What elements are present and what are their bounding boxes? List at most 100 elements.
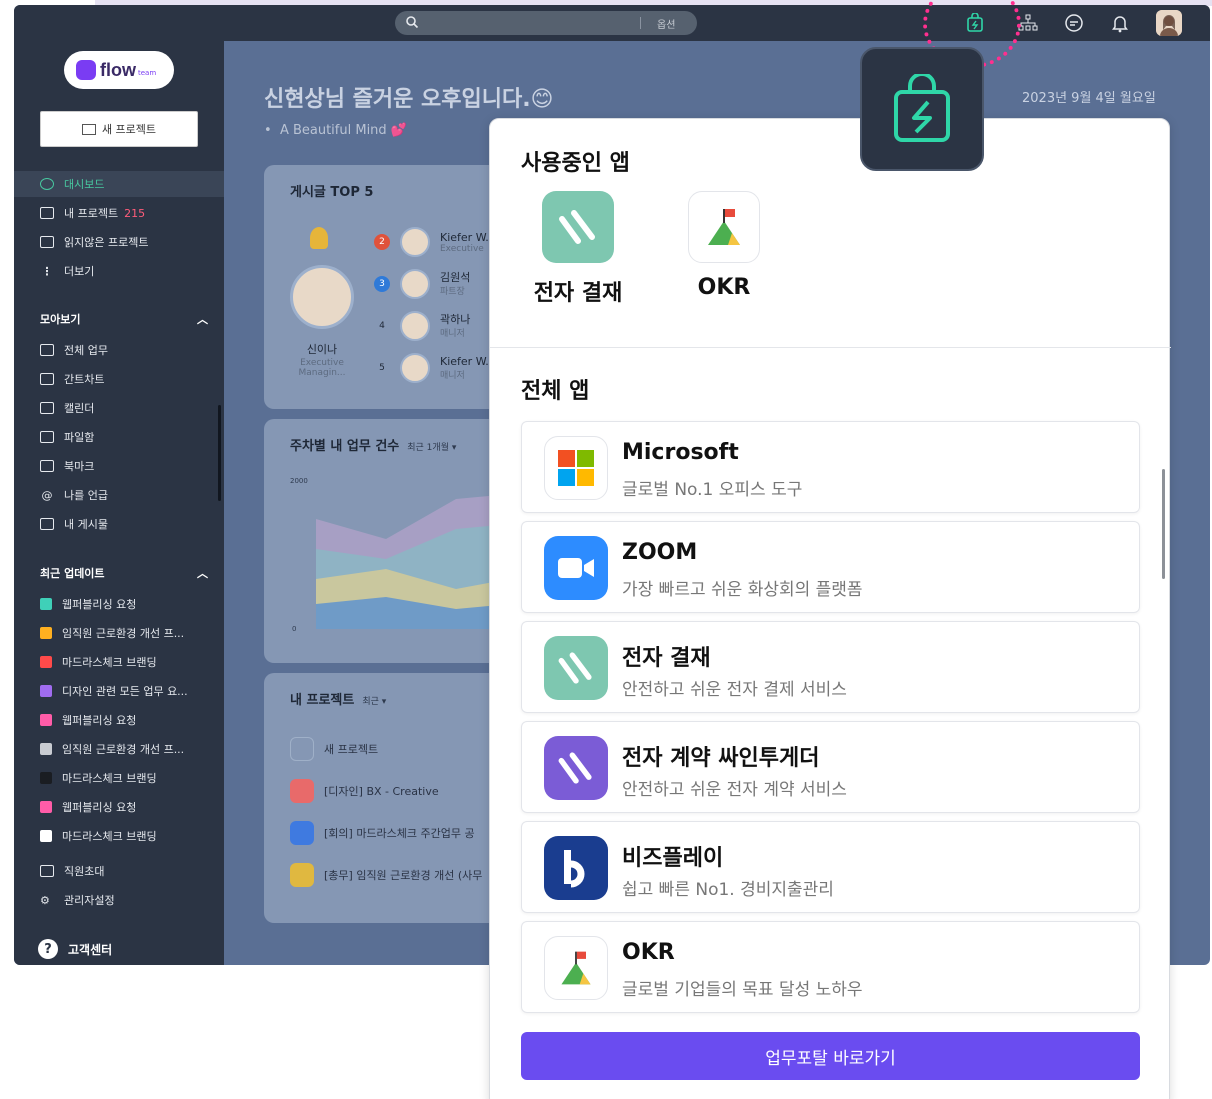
recent-item[interactable]: 마드라스체크 브랜딩 <box>14 823 224 849</box>
app-name: Microsoft <box>622 440 739 465</box>
search-option-button[interactable]: 옵션 <box>657 16 675 31</box>
question-icon: ? <box>38 939 58 959</box>
recent-item[interactable]: 웹퍼블리싱 요청 <box>14 707 224 733</box>
rank-row[interactable]: 3 김원석 파트장 <box>374 269 470 299</box>
recent-item[interactable]: 웹퍼블리싱 요청 <box>14 794 224 820</box>
nav-label: 내 게시물 <box>64 518 108 531</box>
project-row[interactable]: [회의] 마드라스체크 주간업무 공 <box>290 821 475 845</box>
nav-unread-projects[interactable]: 읽지않은 프로젝트 <box>14 229 224 255</box>
project-label: 새 프로젝트 <box>324 743 379 756</box>
projects-title-label: 내 프로젝트 <box>290 693 355 708</box>
rank-row[interactable]: 4 곽하나 매니저 <box>374 311 470 341</box>
project-color-swatch <box>290 779 314 803</box>
nav-label: 임직원 근로환경 개선 프... <box>62 743 185 756</box>
app-card-e-contract[interactable]: 전자 계약 싸인투게더 안전하고 쉬운 전자 계약 서비스 <box>521 721 1140 813</box>
app-desc: 가장 빠르고 쉬운 화상회의 플랫폼 <box>622 580 863 600</box>
using-app-e-approval[interactable]: 전자 결재 <box>528 191 628 307</box>
rank-role: 매니저 <box>440 329 465 339</box>
work-portal-button[interactable]: 업무포탈 바로가기 <box>521 1032 1140 1080</box>
help-center-button[interactable]: ? 고객센터 <box>38 939 112 959</box>
app-store-badge[interactable] <box>860 47 984 171</box>
gantt-icon <box>40 373 54 385</box>
logo-text: flow <box>100 59 136 80</box>
nav-my-posts[interactable]: 내 게시물 <box>14 511 224 537</box>
nav-dashboard[interactable]: 대시보드 <box>14 171 224 197</box>
project-color-swatch <box>40 598 52 610</box>
recent-item[interactable]: 웹퍼블리싱 요청 <box>14 591 224 617</box>
app-name: OKR <box>622 940 675 965</box>
project-row[interactable]: 새 프로젝트 <box>290 737 378 761</box>
rank-avatar <box>400 353 430 383</box>
using-app-okr[interactable]: OKR <box>674 191 774 300</box>
project-color-swatch <box>40 830 52 842</box>
nav-gantt[interactable]: 간트차트 <box>14 366 224 392</box>
recent-item[interactable]: 마드라스체크 브랜딩 <box>14 649 224 675</box>
recent-item[interactable]: 임직원 근로환경 개선 프... <box>14 736 224 762</box>
motto-text: • A Beautiful Mind 💕 <box>264 123 407 138</box>
okr-flag-icon <box>544 936 608 1000</box>
recent-item[interactable]: 마드라스체크 브랜딩 <box>14 765 224 791</box>
app-card-e-approval[interactable]: 전자 결재 안전하고 쉬운 전자 결제 서비스 <box>521 621 1140 713</box>
nav-all-tasks[interactable]: 전체 업무 <box>14 337 224 363</box>
app-name: 전자 결재 <box>622 646 711 671</box>
e-contract-icon <box>544 736 608 800</box>
top-bar: 옵션 <box>14 5 1210 41</box>
file-box-icon <box>40 431 54 443</box>
search-bar[interactable]: 옵션 <box>395 11 697 35</box>
user-avatar[interactable] <box>1156 10 1182 36</box>
top5-title: 게시글 TOP 5 <box>290 185 374 200</box>
using-app-label: OKR <box>697 275 751 300</box>
nav-label: 나를 언급 <box>64 489 108 502</box>
section-collect-header[interactable]: 모아보기 ︿ <box>40 311 208 327</box>
top1-name: 신이나 <box>306 343 338 356</box>
panel-scrollbar[interactable] <box>1162 469 1165 579</box>
bell-icon[interactable] <box>1109 12 1131 34</box>
rank-avatar <box>400 227 430 257</box>
new-project-button[interactable]: 새 프로젝트 <box>40 111 198 147</box>
nav-label: 더보기 <box>64 265 95 278</box>
app-card-microsoft[interactable]: Microsoft 글로벌 No.1 오피스 도구 <box>521 421 1140 513</box>
project-color-swatch <box>290 863 314 887</box>
section-recent-header[interactable]: 최근 업데이트 ︿ <box>40 565 208 581</box>
nav-label: 마드라스체크 브랜딩 <box>62 772 157 785</box>
project-label: [회의] 마드라스체크 주간업무 공 <box>324 827 475 840</box>
app-card-bizplay[interactable]: 비즈플레이 쉽고 빠른 No1. 경비지출관리 <box>521 821 1140 913</box>
weekly-period-dropdown[interactable]: 최근 1개월 ▾ <box>407 443 456 453</box>
rank-row[interactable]: 2 Kiefer W... Executive <box>374 227 496 257</box>
chart-y-top-label: 2000 <box>290 477 308 485</box>
nav-more[interactable]: ⋮ 더보기 <box>14 258 224 284</box>
sidebar-scrollbar[interactable] <box>218 405 221 501</box>
project-row[interactable]: [총무] 임직원 근로환경 개선 (사무 <box>290 863 482 887</box>
all-apps-title: 전체 앱 <box>521 379 590 404</box>
search-separator <box>640 17 641 29</box>
chat-icon[interactable] <box>1063 12 1085 34</box>
nav-mentions[interactable]: @ 나를 언급 <box>14 482 224 508</box>
nav-my-projects[interactable]: 내 프로젝트 215 <box>14 200 224 226</box>
app-card-zoom[interactable]: ZOOM 가장 빠르고 쉬운 화상회의 플랫폼 <box>521 521 1140 613</box>
nav-admin-settings[interactable]: ⚙ 관리자설정 <box>14 887 224 913</box>
projects-sort-dropdown[interactable]: 최근 ▾ <box>362 697 386 707</box>
project-color-swatch <box>40 685 52 697</box>
recent-item[interactable]: 디자인 관련 모든 업무 요... <box>14 678 224 704</box>
app-name: ZOOM <box>622 540 698 565</box>
project-row[interactable]: [디자인] BX - Creative <box>290 779 439 803</box>
nav-file-box[interactable]: 파일함 <box>14 424 224 450</box>
section-collect-title: 모아보기 <box>40 313 81 326</box>
gold-medal-icon <box>310 227 328 249</box>
help-label: 고객센터 <box>68 942 113 957</box>
nav-calendar[interactable]: 캘린더 <box>14 395 224 421</box>
recent-item[interactable]: 임직원 근로환경 개선 프... <box>14 620 224 646</box>
nav-label: 마드라스체크 브랜딩 <box>62 830 157 843</box>
logo-subtext: team <box>138 69 157 77</box>
app-card-okr[interactable]: OKR 글로벌 기업들의 목표 달성 노하우 <box>521 921 1140 1013</box>
flow-logo[interactable]: flow team <box>64 51 174 89</box>
weekly-title-label: 주차별 내 업무 건수 <box>290 439 400 454</box>
nav-bookmark[interactable]: 북마크 <box>14 453 224 479</box>
motto-label: A Beautiful Mind 💕 <box>279 123 407 138</box>
nav-label: 마드라스체크 브랜딩 <box>62 656 157 669</box>
rank-row[interactable]: 5 Kiefer W... 매니저 <box>374 353 496 383</box>
nav-label: 관리자설정 <box>64 894 115 907</box>
mention-icon: @ <box>41 488 53 502</box>
nav-invite[interactable]: 직원초대 <box>14 858 224 884</box>
using-app-label: 전자 결재 <box>533 281 623 306</box>
